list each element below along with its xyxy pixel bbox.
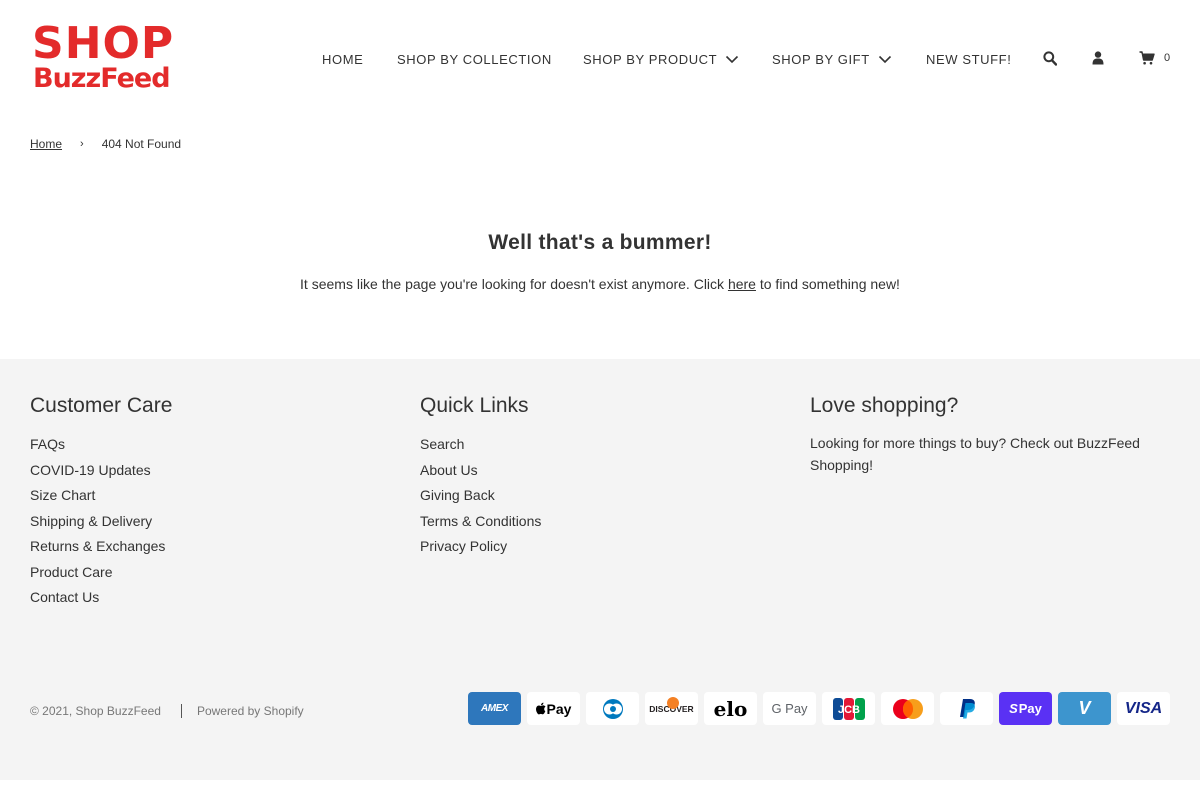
discover-dot	[667, 697, 679, 709]
quick-links-heading: Quick Links	[420, 394, 529, 417]
find-something-new-link[interactable]: here	[728, 276, 756, 292]
nav-new-stuff[interactable]: NEW STUFF!	[926, 52, 1011, 67]
shop-buzzfeed-logo[interactable]: SHOP BuzzFeed	[32, 20, 178, 96]
footer-link-product-care[interactable]: Product Care	[30, 560, 172, 586]
search-icon[interactable]	[1043, 51, 1058, 71]
jcb-icon: JCB	[822, 692, 875, 725]
nav-shop-by-collection[interactable]: SHOP BY COLLECTION	[397, 52, 552, 67]
quick-links-column: Quick Links Search About Us Giving Back …	[420, 394, 541, 560]
apple-logo-icon	[535, 702, 546, 715]
love-shopping-heading: Love shopping?	[810, 394, 959, 417]
page-bottom-strip	[0, 780, 1200, 800]
elo-label: elo	[713, 696, 748, 721]
paypal-icon	[940, 692, 993, 725]
not-found-message: It seems like the page you're looking fo…	[0, 276, 1200, 292]
shop-pay-s: S	[1009, 701, 1018, 716]
powered-by-shopify-link[interactable]: Powered by Shopify	[197, 704, 304, 718]
footer-link-returns-exchanges[interactable]: Returns & Exchanges	[30, 534, 172, 560]
apple-pay-icon: Pay	[527, 692, 580, 725]
nav-product-label: SHOP BY PRODUCT	[583, 51, 718, 67]
logo-shop-text: SHOP	[32, 18, 175, 69]
shopping-cart-icon	[1139, 51, 1155, 65]
payment-icons: AMEX Pay DISCOVER elo G Pay JCB S	[468, 692, 1170, 725]
footer-link-contact-us[interactable]: Contact Us	[30, 585, 172, 611]
site-footer: Customer Care FAQs COVID-19 Updates Size…	[0, 359, 1200, 780]
elo-icon: elo	[704, 692, 757, 725]
message-text-before: It seems like the page you're looking fo…	[300, 276, 728, 292]
footer-link-search[interactable]: Search	[420, 432, 541, 458]
copyright-divider	[180, 704, 182, 718]
google-pay-label: G Pay	[771, 701, 808, 716]
footer-link-terms-conditions[interactable]: Terms & Conditions	[420, 509, 541, 535]
quick-links-list: Search About Us Giving Back Terms & Cond…	[420, 432, 541, 560]
nav-shop-by-product[interactable]: SHOP BY PRODUCT	[583, 52, 739, 67]
love-shopping-text: Looking for more things to buy? Check ou…	[810, 435, 1140, 473]
breadcrumb: Home › 404 Not Found	[30, 137, 181, 151]
customer-care-list: FAQs COVID-19 Updates Size Chart Shippin…	[30, 432, 172, 611]
account-icon[interactable]	[1092, 51, 1104, 70]
nav-new-label: NEW STUFF!	[926, 51, 1012, 67]
shop-pay-label: Pay	[1018, 701, 1042, 716]
love-shopping-column: Love shopping? Looking for more things t…	[810, 394, 1170, 476]
shop-pay-icon: S Pay	[999, 692, 1052, 725]
copyright-bar: © 2021, Shop BuzzFeed Powered by Shopify	[30, 704, 304, 718]
footer-link-shipping-delivery[interactable]: Shipping & Delivery	[30, 509, 172, 535]
apple-pay-label: Pay	[546, 700, 572, 717]
footer-link-covid-updates[interactable]: COVID-19 Updates	[30, 458, 172, 484]
amex-icon: AMEX	[468, 692, 521, 725]
footer-link-giving-back[interactable]: Giving Back	[420, 483, 541, 509]
diners-club-icon	[586, 692, 639, 725]
breadcrumb-current: 404 Not Found	[101, 137, 182, 151]
mastercard-icon	[881, 692, 934, 725]
message-text-after: to find something new!	[755, 276, 900, 292]
nav-gift-label: SHOP BY GIFT	[772, 51, 870, 67]
logo-buzzfeed-text: BuzzFeed	[33, 63, 171, 94]
amex-label: AMEX	[481, 703, 508, 714]
visa-label: VISA	[1124, 699, 1163, 717]
customer-care-heading: Customer Care	[30, 394, 173, 417]
venmo-icon: V	[1058, 692, 1111, 725]
nav-shop-by-gift[interactable]: SHOP BY GIFT	[772, 52, 892, 67]
site-header: SHOP BuzzFeed HOME SHOP BY COLLECTION SH…	[0, 0, 1200, 120]
breadcrumb-separator: ›	[80, 138, 84, 150]
footer-link-faqs[interactable]: FAQs	[30, 432, 172, 458]
discover-icon: DISCOVER	[645, 692, 698, 725]
breadcrumb-home-link[interactable]: Home	[30, 137, 62, 151]
chevron-down-icon	[726, 55, 739, 63]
venmo-label: V	[1078, 698, 1091, 718]
nav-home-label: HOME	[322, 51, 364, 67]
copyright-text[interactable]: © 2021, Shop BuzzFeed	[30, 704, 161, 718]
google-pay-icon: G Pay	[763, 692, 816, 725]
nav-collection-label: SHOP BY COLLECTION	[397, 51, 552, 67]
footer-link-privacy-policy[interactable]: Privacy Policy	[420, 534, 541, 560]
cart-button[interactable]: 0	[1139, 51, 1170, 65]
svg-text:JCB: JCB	[837, 704, 859, 716]
page-title: Well that's a bummer!	[488, 231, 712, 254]
footer-link-size-chart[interactable]: Size Chart	[30, 483, 172, 509]
footer-link-about-us[interactable]: About Us	[420, 458, 541, 484]
nav-home[interactable]: HOME	[322, 52, 363, 67]
customer-care-column: Customer Care FAQs COVID-19 Updates Size…	[30, 394, 172, 611]
chevron-down-icon	[878, 55, 891, 63]
cart-count: 0	[1164, 52, 1171, 64]
visa-icon: VISA	[1117, 692, 1170, 725]
